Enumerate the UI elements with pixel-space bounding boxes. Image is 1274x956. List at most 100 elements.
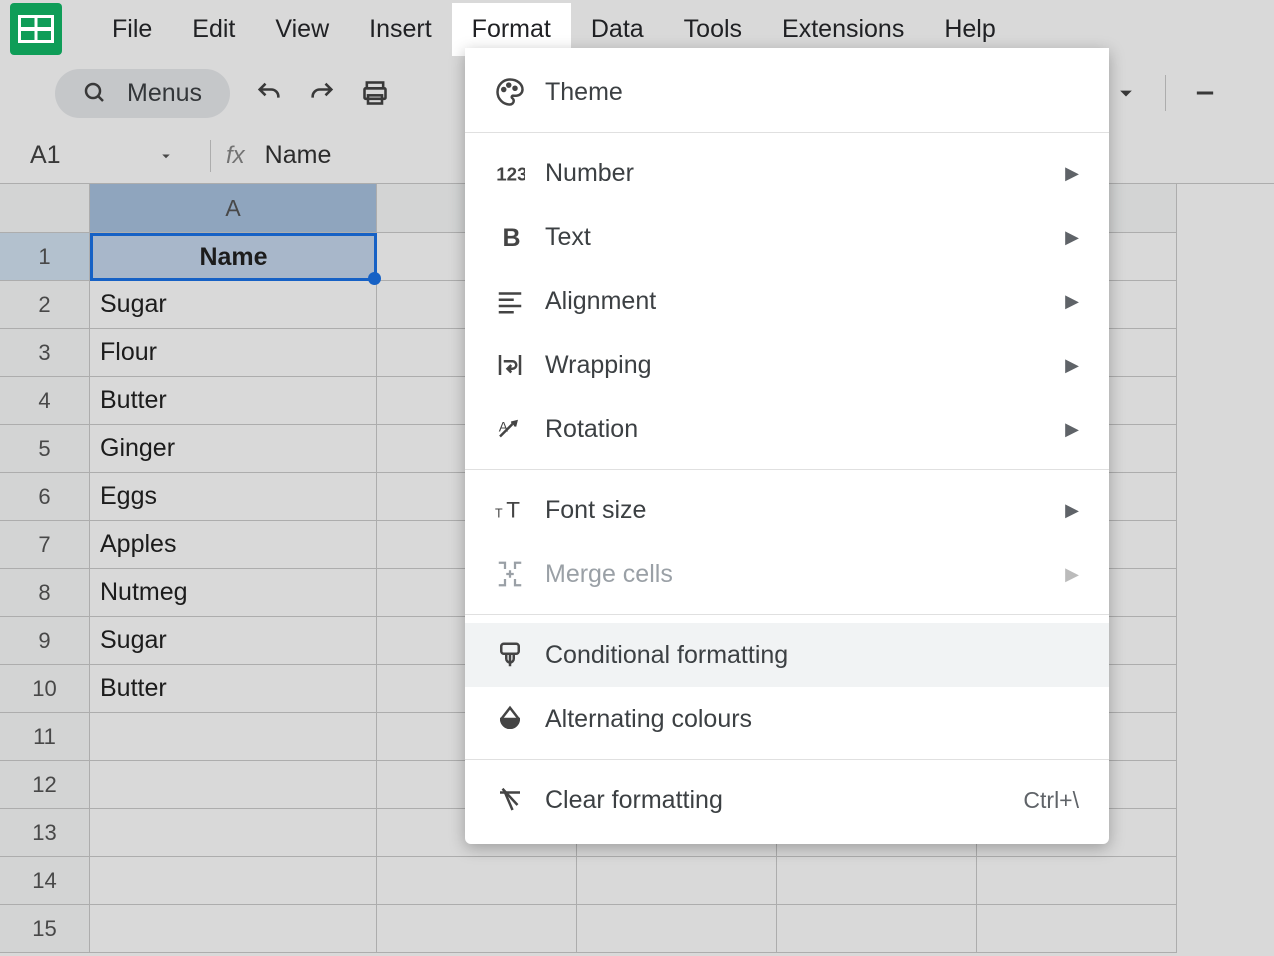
cell[interactable] xyxy=(90,809,377,857)
cell[interactable]: Eggs xyxy=(90,473,377,521)
row-header[interactable]: 2 xyxy=(0,281,90,329)
minus-button[interactable] xyxy=(1191,79,1219,107)
menu-item-label: Font size xyxy=(545,496,1065,525)
merge-icon xyxy=(495,559,525,589)
menu-divider xyxy=(465,614,1109,615)
clear-icon xyxy=(495,785,525,815)
cell[interactable]: Sugar xyxy=(90,617,377,665)
row-header[interactable]: 14 xyxy=(0,857,90,905)
font-dropdown-icon[interactable] xyxy=(1112,79,1140,107)
svg-text:123: 123 xyxy=(496,164,525,185)
cell[interactable] xyxy=(90,761,377,809)
row-header[interactable]: 15 xyxy=(0,905,90,953)
menu-item-theme[interactable]: Theme xyxy=(465,60,1109,124)
menu-item-label: Theme xyxy=(545,78,1079,107)
row-header[interactable]: 3 xyxy=(0,329,90,377)
row-header[interactable]: 13 xyxy=(0,809,90,857)
number-icon: 123 xyxy=(495,158,525,188)
search-menus-button[interactable]: Menus xyxy=(55,69,230,118)
menu-item-label: Number xyxy=(545,159,1065,188)
formula-bar[interactable]: Name xyxy=(265,141,332,170)
menu-edit[interactable]: Edit xyxy=(172,3,255,56)
svg-text:A: A xyxy=(499,420,509,435)
menu-file[interactable]: File xyxy=(92,3,172,56)
select-all-corner[interactable] xyxy=(0,184,90,233)
menu-item-text[interactable]: BText▶ xyxy=(465,205,1109,269)
cell[interactable] xyxy=(977,857,1177,905)
menu-divider xyxy=(465,132,1109,133)
menu-item-alternating-colours[interactable]: Alternating colours xyxy=(465,687,1109,751)
cell[interactable] xyxy=(777,857,977,905)
cell[interactable] xyxy=(777,905,977,953)
cell[interactable]: Butter xyxy=(90,377,377,425)
cell[interactable]: Apples xyxy=(90,521,377,569)
row-header[interactable]: 12 xyxy=(0,761,90,809)
submenu-arrow-icon: ▶ xyxy=(1065,564,1079,585)
menu-item-conditional-formatting[interactable]: Conditional formatting xyxy=(465,623,1109,687)
submenu-arrow-icon: ▶ xyxy=(1065,355,1079,376)
cell[interactable] xyxy=(90,857,377,905)
table-row xyxy=(90,905,1274,953)
redo-button[interactable] xyxy=(308,79,336,107)
menu-item-rotation[interactable]: ARotation▶ xyxy=(465,397,1109,461)
cell[interactable]: Ginger xyxy=(90,425,377,473)
cell[interactable]: Nutmeg xyxy=(90,569,377,617)
menu-insert[interactable]: Insert xyxy=(349,3,452,56)
row-header[interactable]: 1 xyxy=(0,233,90,281)
row-header[interactable]: 5 xyxy=(0,425,90,473)
menu-item-label: Clear formatting xyxy=(545,786,1023,815)
cell[interactable]: Flour xyxy=(90,329,377,377)
menu-item-label: Conditional formatting xyxy=(545,641,1079,670)
menu-item-wrapping[interactable]: Wrapping▶ xyxy=(465,333,1109,397)
row-header[interactable]: 11 xyxy=(0,713,90,761)
cell[interactable] xyxy=(577,905,777,953)
menu-item-label: Alignment xyxy=(545,287,1065,316)
col-header[interactable]: A xyxy=(90,184,377,233)
row-header[interactable]: 9 xyxy=(0,617,90,665)
menu-item-label: Wrapping xyxy=(545,351,1065,380)
cell[interactable] xyxy=(977,905,1177,953)
menu-item-font-size[interactable]: TT Font size▶ xyxy=(465,478,1109,542)
row-headers: 123456789101112131415 xyxy=(0,184,90,953)
cell[interactable]: Name xyxy=(90,233,377,281)
row-header[interactable]: 7 xyxy=(0,521,90,569)
menu-item-alignment[interactable]: Alignment▶ xyxy=(465,269,1109,333)
submenu-arrow-icon: ▶ xyxy=(1065,227,1079,248)
cell[interactable] xyxy=(577,857,777,905)
row-header[interactable]: 6 xyxy=(0,473,90,521)
toolbar-divider xyxy=(1165,75,1166,111)
svg-text:B: B xyxy=(503,224,521,252)
sheets-logo[interactable] xyxy=(10,3,62,55)
cell-reference: A1 xyxy=(30,141,61,170)
undo-button[interactable] xyxy=(255,79,283,107)
menu-item-number[interactable]: 123Number▶ xyxy=(465,141,1109,205)
fontsize-icon: TT xyxy=(495,495,525,525)
bold-icon: B xyxy=(495,222,525,252)
fx-label: fx xyxy=(226,142,245,170)
cell[interactable] xyxy=(90,713,377,761)
wrap-icon xyxy=(495,350,525,380)
table-row xyxy=(90,857,1274,905)
row-header[interactable]: 8 xyxy=(0,569,90,617)
search-icon xyxy=(83,81,107,105)
menu-item-clear-formatting[interactable]: Clear formattingCtrl+\ xyxy=(465,768,1109,832)
name-box[interactable]: A1 xyxy=(0,141,195,170)
cell[interactable]: Butter xyxy=(90,665,377,713)
cell[interactable] xyxy=(377,857,577,905)
submenu-arrow-icon: ▶ xyxy=(1065,500,1079,521)
menu-item-merge-cells: Merge cells▶ xyxy=(465,542,1109,606)
menu-divider xyxy=(465,469,1109,470)
name-box-dropdown-icon xyxy=(157,147,175,165)
print-button[interactable] xyxy=(361,79,389,107)
keyboard-shortcut: Ctrl+\ xyxy=(1023,787,1079,814)
palette-icon xyxy=(495,77,525,107)
condformat-icon xyxy=(495,640,525,670)
menu-view[interactable]: View xyxy=(255,3,349,56)
cell[interactable]: Sugar xyxy=(90,281,377,329)
menu-item-label: Rotation xyxy=(545,415,1065,444)
cell[interactable] xyxy=(90,905,377,953)
cell[interactable] xyxy=(377,905,577,953)
row-header[interactable]: 10 xyxy=(0,665,90,713)
row-header[interactable]: 4 xyxy=(0,377,90,425)
menu-divider xyxy=(465,759,1109,760)
